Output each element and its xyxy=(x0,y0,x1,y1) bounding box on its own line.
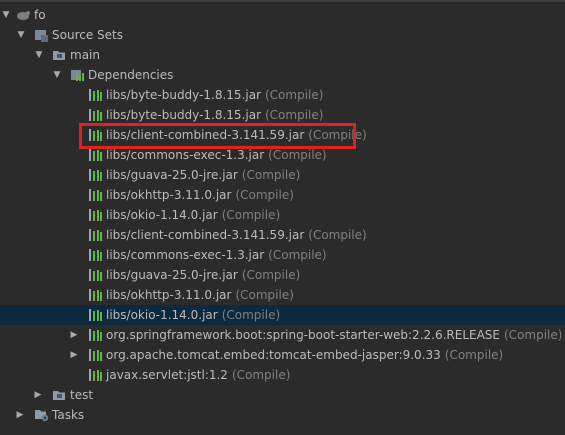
dependency-scope: (Compile) xyxy=(241,168,301,182)
tree-node-main[interactable]: ▼ main xyxy=(0,45,565,65)
dependency-item[interactable]: libs/okhttp-3.11.0.jar (Compile) xyxy=(0,185,565,205)
tree-node-test-label: test xyxy=(70,388,94,402)
dependency-name: org.apache.tomcat.embed:tomcat-embed-jas… xyxy=(106,348,441,362)
dependency-scope: (Compile) xyxy=(265,108,324,122)
tasks-icon xyxy=(34,408,49,422)
library-icon xyxy=(88,208,103,222)
chevron-right-icon[interactable]: ▶ xyxy=(32,385,44,405)
dependency-name: libs/commons-exec-1.3.jar xyxy=(106,148,265,162)
tree-node-test[interactable]: ▶ test xyxy=(0,385,565,405)
dependency-item[interactable]: javax.servlet:jstl:1.2 (Compile) xyxy=(0,365,565,385)
library-icon xyxy=(88,108,103,122)
dependency-scope: (Compile) xyxy=(221,208,281,222)
library-icon xyxy=(88,368,103,382)
highlight-box xyxy=(79,123,356,149)
dependency-item[interactable]: libs/byte-buddy-1.8.15.jar (Compile) xyxy=(0,85,565,105)
dependency-scope: (Compile) xyxy=(265,88,324,102)
dependency-scope: (Compile) xyxy=(504,328,563,342)
chevron-right-icon[interactable]: ▶ xyxy=(68,345,80,365)
dependency-item[interactable]: libs/byte-buddy-1.8.15.jar (Compile) xyxy=(0,105,565,125)
dependency-item[interactable]: ▶ org.springframework.boot:spring-boot-s… xyxy=(0,325,565,345)
tree-node-dependencies-label: Dependencies xyxy=(88,68,174,82)
dependency-scope: (Compile) xyxy=(241,268,301,282)
tree-node-dependencies[interactable]: ▼ Dependencies xyxy=(0,65,565,85)
dependency-name: libs/okio-1.14.0.jar xyxy=(106,308,218,322)
tree-node-tasks[interactable]: ▶ Tasks xyxy=(0,405,565,425)
library-icon xyxy=(88,88,103,102)
dependency-scope: (Compile) xyxy=(444,348,504,362)
dependency-name: libs/byte-buddy-1.8.15.jar xyxy=(106,108,261,122)
dependency-name: libs/guava-25.0-jre.jar xyxy=(106,268,238,282)
chevron-right-icon[interactable]: ▶ xyxy=(14,405,26,425)
library-icon xyxy=(88,268,103,282)
dependency-item[interactable]: libs/guava-25.0-jre.jar (Compile) xyxy=(0,165,565,185)
dependency-name: libs/client-combined-3.141.59.jar xyxy=(106,228,305,242)
dependency-scope: (Compile) xyxy=(221,308,281,322)
dependency-scope: (Compile) xyxy=(235,188,294,202)
chevron-down-icon[interactable]: ▼ xyxy=(33,45,45,65)
chevron-down-icon[interactable]: ▼ xyxy=(0,5,12,25)
chevron-down-icon[interactable]: ▼ xyxy=(51,65,63,85)
dependency-name: libs/commons-exec-1.3.jar xyxy=(106,248,265,262)
tree-node-root[interactable]: ▼ fo xyxy=(0,5,565,25)
module-icon xyxy=(16,8,31,22)
dependency-name: javax.servlet:jstl:1.2 xyxy=(106,368,228,382)
dependency-scope: (Compile) xyxy=(268,148,327,162)
dependency-name: org.springframework.boot:spring-boot-sta… xyxy=(106,328,500,342)
chevron-right-icon[interactable]: ▶ xyxy=(68,325,80,345)
library-icon xyxy=(88,168,103,182)
dependency-item[interactable]: libs/commons-exec-1.3.jar (Compile) xyxy=(0,245,565,265)
dependency-name: libs/okhttp-3.11.0.jar xyxy=(106,188,232,202)
project-tree[interactable]: ▼ fo ▼ Source Sets ▼ main ▼ Dependencies… xyxy=(0,5,565,425)
dependency-name: libs/okhttp-3.11.0.jar xyxy=(106,288,232,302)
dependency-item[interactable]: ▶ org.apache.tomcat.embed:tomcat-embed-j… xyxy=(0,345,565,365)
dependency-item[interactable]: libs/client-combined-3.141.59.jar (Compil… xyxy=(0,225,565,245)
library-icon xyxy=(88,188,103,202)
library-icon xyxy=(88,248,103,262)
tree-node-root-label: fo xyxy=(34,8,46,22)
dependency-item-selected[interactable]: libs/okio-1.14.0.jar (Compile) xyxy=(0,305,565,325)
library-icon xyxy=(88,148,103,162)
dependency-name: libs/okio-1.14.0.jar xyxy=(106,208,218,222)
library-icon xyxy=(88,328,103,342)
dependency-name: libs/byte-buddy-1.8.15.jar xyxy=(106,88,261,102)
dependency-scope: (Compile) xyxy=(268,248,327,262)
panel-top-border xyxy=(0,0,565,2)
dependencies-icon xyxy=(70,68,85,82)
dependency-item[interactable]: libs/okio-1.14.0.jar (Compile) xyxy=(0,205,565,225)
dependency-scope: (Compile) xyxy=(308,228,367,242)
tree-node-source-sets[interactable]: ▼ Source Sets xyxy=(0,25,565,45)
library-icon xyxy=(88,288,103,302)
tree-node-source-sets-label: Source Sets xyxy=(52,28,123,42)
folder-icon xyxy=(52,48,67,62)
dependency-scope: (Compile) xyxy=(235,288,294,302)
library-icon xyxy=(88,228,103,242)
source-sets-icon xyxy=(34,28,49,42)
library-icon xyxy=(88,308,103,322)
dependency-item[interactable]: libs/okhttp-3.11.0.jar (Compile) xyxy=(0,285,565,305)
dependency-scope: (Compile) xyxy=(231,368,291,382)
tree-node-main-label: main xyxy=(70,48,100,62)
folder-icon xyxy=(52,388,67,402)
library-icon xyxy=(88,348,103,362)
dependency-item[interactable]: libs/guava-25.0-jre.jar (Compile) xyxy=(0,265,565,285)
dependency-name: libs/guava-25.0-jre.jar xyxy=(106,168,238,182)
tree-node-tasks-label: Tasks xyxy=(52,408,85,422)
chevron-down-icon[interactable]: ▼ xyxy=(15,25,27,45)
